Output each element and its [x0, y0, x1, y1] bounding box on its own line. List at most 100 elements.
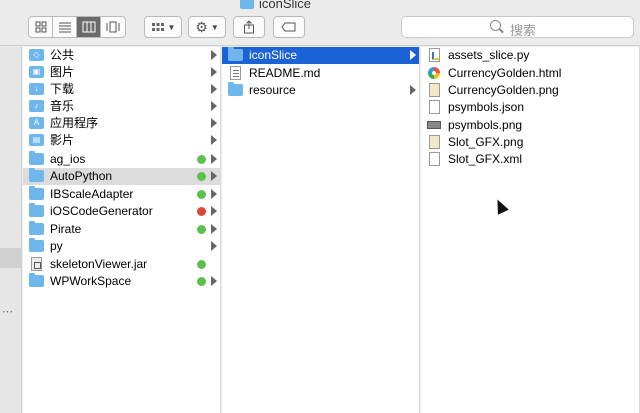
- sidebar-selected-item[interactable]: [0, 248, 22, 268]
- green-tag-dot: [197, 260, 206, 269]
- chevron-down-icon: ▼: [167, 22, 176, 32]
- list-item-iconslice[interactable]: iconSlice: [222, 47, 419, 64]
- list-item-currencygolden-html[interactable]: CurrencyGolden.html: [421, 65, 639, 82]
- list-item-py[interactable]: py: [23, 238, 220, 255]
- python-file-icon: [429, 48, 440, 62]
- gear-icon: ⚙: [195, 18, 208, 35]
- list-item-movies[interactable]: ▤ 影片: [23, 132, 220, 149]
- window-title: iconSlice: [259, 0, 312, 11]
- movies-folder-icon: ▤: [29, 134, 44, 146]
- green-tag-dot: [197, 155, 206, 164]
- list-item-label: ag_ios: [50, 152, 86, 166]
- folder-icon: [228, 47, 243, 61]
- list-item-label: AutoPython: [50, 169, 113, 183]
- list-item-resource[interactable]: resource: [222, 82, 419, 99]
- list-item-label: iOSCodeGenerator: [50, 204, 153, 218]
- png-file-icon: [429, 83, 440, 97]
- list-item-autopython[interactable]: AutoPython: [23, 168, 220, 185]
- folder-icon: [29, 186, 44, 200]
- list-item-public[interactable]: ◇ 公共: [23, 47, 220, 64]
- share-icon: [244, 20, 254, 34]
- chevron-right-icon: [211, 50, 217, 60]
- tag-button[interactable]: [273, 16, 305, 38]
- folder-icon: [29, 221, 44, 235]
- column-view-icon[interactable]: [77, 17, 101, 37]
- list-item-pictures[interactable]: ▣ 图片: [23, 64, 220, 81]
- list-item-label: psymbols.png: [448, 118, 523, 132]
- arrange-button[interactable]: ▼: [144, 16, 182, 38]
- chevron-right-icon: [211, 84, 217, 94]
- list-item-music[interactable]: ♪ 音乐: [23, 98, 220, 115]
- green-tag-dot: [197, 172, 206, 181]
- pictures-folder-icon: ▣: [29, 66, 44, 78]
- search-icon: [490, 20, 501, 31]
- html-file-icon: [428, 67, 440, 79]
- window-title-bar: iconSlice: [0, 0, 640, 12]
- chevron-right-icon: [211, 171, 217, 181]
- search-input[interactable]: 搜索: [401, 16, 634, 38]
- list-item-pirate[interactable]: Pirate: [23, 221, 220, 238]
- view-mode-segmented-control: [28, 16, 126, 38]
- green-tag-dot: [197, 225, 206, 234]
- list-item-label: 应用程序: [50, 116, 99, 130]
- list-item-ioscodegenerator[interactable]: iOSCodeGenerator: [23, 203, 220, 220]
- tag-icon: [281, 22, 296, 32]
- list-item-label: assets_slice.py: [448, 48, 530, 62]
- list-item-psymbols-json[interactable]: psymbols.json: [421, 99, 639, 116]
- list-item-label: 图片: [50, 65, 75, 79]
- list-item-label: 下载: [50, 82, 75, 96]
- list-item-ibscaleadapter[interactable]: IBScaleAdapter: [23, 186, 220, 203]
- column-2: iconSlice README.md resource: [222, 47, 420, 413]
- share-button[interactable]: [233, 16, 265, 38]
- chevron-right-icon: [211, 154, 217, 164]
- json-file-icon: [429, 100, 440, 114]
- sidebar-edge: ⋯: [0, 47, 22, 413]
- list-item-label: README.md: [249, 66, 321, 80]
- icon-view-icon[interactable]: [29, 17, 53, 37]
- xml-file-icon: [429, 152, 440, 166]
- list-item-ag-ios[interactable]: ag_ios: [23, 151, 220, 168]
- list-item-downloads[interactable]: ↓ 下载: [23, 81, 220, 98]
- chevron-right-icon: [211, 189, 217, 199]
- public-folder-icon: ◇: [29, 49, 44, 61]
- list-item-psymbols-png[interactable]: psymbols.png: [421, 117, 639, 134]
- chevron-right-icon: [410, 85, 416, 95]
- folder-icon: [29, 168, 44, 182]
- folder-icon: [240, 0, 254, 9]
- action-button[interactable]: ⚙ ▼: [188, 16, 226, 38]
- list-item-label: Slot_GFX.png: [448, 135, 524, 149]
- folder-icon: [29, 203, 44, 217]
- coverflow-view-icon[interactable]: [101, 17, 125, 37]
- list-item-readme[interactable]: README.md: [222, 65, 419, 82]
- downloads-folder-icon: ↓: [29, 83, 44, 95]
- list-item-label: 公共: [50, 48, 75, 62]
- chevron-right-icon: [410, 50, 416, 60]
- red-tag-dot: [197, 207, 206, 216]
- list-item-currencygolden-png[interactable]: CurrencyGolden.png: [421, 82, 639, 99]
- list-item-label: CurrencyGolden.html: [448, 66, 562, 80]
- list-view-icon[interactable]: [53, 17, 77, 37]
- green-tag-dot: [197, 277, 206, 286]
- chevron-right-icon: [211, 118, 217, 128]
- ellipsis-icon: ⋯: [2, 306, 13, 318]
- search-placeholder: 搜索: [510, 23, 537, 38]
- list-item-slot-gfx-png[interactable]: Slot_GFX.png: [421, 134, 639, 151]
- list-item-label: skeletonViewer.jar: [50, 257, 148, 271]
- list-item-wpworkspace[interactable]: WPWorkSpace: [23, 273, 220, 290]
- chevron-right-icon: [211, 67, 217, 77]
- folder-icon: [228, 82, 243, 96]
- music-folder-icon: ♪: [29, 100, 44, 112]
- list-item-label: Slot_GFX.xml: [448, 152, 523, 166]
- list-item-assets-slice-py[interactable]: assets_slice.py: [421, 47, 639, 64]
- column-3: assets_slice.py CurrencyGolden.html Curr…: [421, 47, 640, 413]
- list-item-applications[interactable]: A 应用程序: [23, 115, 220, 132]
- text-file-icon: [230, 66, 241, 80]
- folder-icon: [29, 151, 44, 165]
- list-item-label: Pirate: [50, 222, 82, 236]
- list-item-label: IBScaleAdapter: [50, 187, 134, 201]
- chevron-right-icon: [211, 206, 217, 216]
- list-item-slot-gfx-xml[interactable]: Slot_GFX.xml: [421, 151, 639, 168]
- folder-icon: [29, 273, 44, 287]
- list-item-label: 音乐: [50, 99, 75, 113]
- list-item-skeletonviewer[interactable]: skeletonViewer.jar: [23, 256, 220, 273]
